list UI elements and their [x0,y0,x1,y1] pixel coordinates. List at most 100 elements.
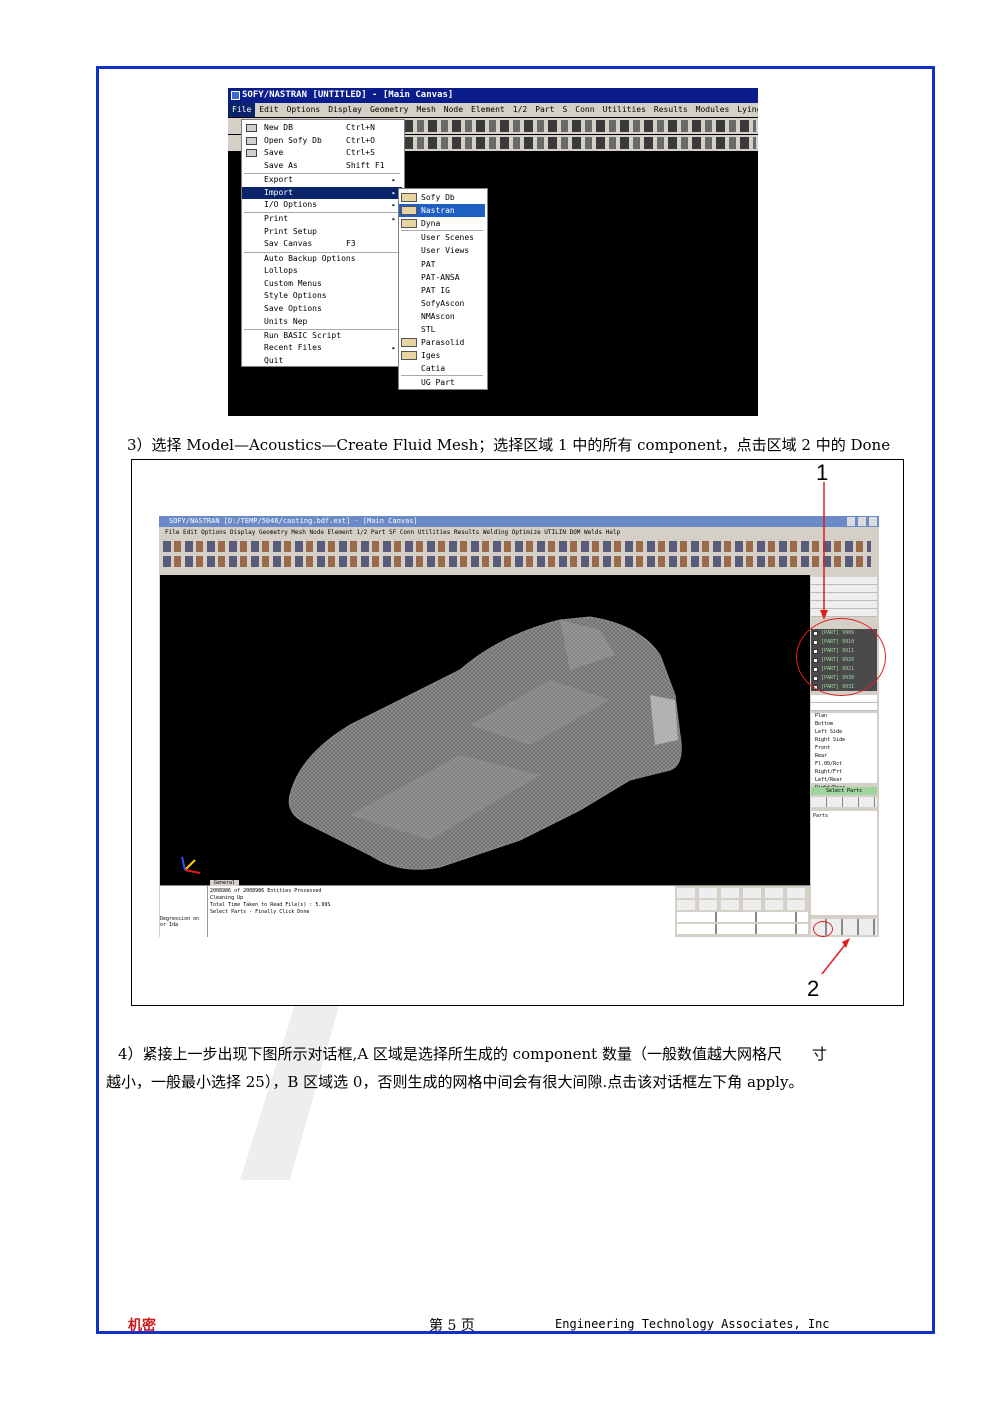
import-item-label: PAT [421,259,436,269]
menu-part[interactable]: Part [531,103,558,117]
menu-item-custom-menus[interactable]: Custom Menus [242,278,402,290]
window-title: SOFY/NASTRAN [UNTITLED] - [Main Canvas] [228,88,758,103]
footer-company: Engineering Technology Associates, Inc [555,1317,830,1331]
format-icon [401,206,417,216]
import-submenu: Sofy Db Nastran Dyna User Scenes User Views P… [398,188,488,390]
import-item-label: Sofy Db [421,193,455,202]
menu-item-save-options[interactable]: Save Options [242,303,402,315]
menu-bar: File Edit Options Display Geometry Mesh Node El… [228,103,758,117]
format-icon [401,338,417,348]
shortcut-label: F3 [346,239,356,249]
import-item-catia[interactable]: Catia [399,362,485,375]
import-item-stl[interactable]: STL [399,323,485,336]
import-item-label: Catia [421,364,446,374]
menu-item-label: Run BASIC Script [264,330,342,340]
menu-item-run-basic-script[interactable]: Run BASIC Script [242,330,402,342]
submenu-arrow-icon: ▸ [391,201,396,210]
file-icon [246,136,257,145]
menu-conn[interactable]: Conn [571,103,598,117]
menu-item-style-options[interactable]: Style Options [242,290,402,302]
menu-item-print[interactable]: Print ▸ [242,213,402,225]
menu-item-i-o-options[interactable]: I/O Options ▸ [242,199,402,211]
menu-item-quit[interactable]: Quit [242,355,402,367]
menu-item-label: I/O Options [264,200,317,210]
menu-mesh[interactable]: Mesh [413,103,440,117]
menu-element[interactable]: Element [467,103,509,117]
menu-item-print-setup[interactable]: Print Setup [242,226,402,238]
menu-item-save[interactable]: Save Ctrl+S [242,147,402,159]
menu-geometry[interactable]: Geometry [366,103,413,117]
callout-arrows [820,482,850,975]
menu-item-label: Recent Files [264,343,322,353]
menu-file[interactable]: File [228,103,256,117]
menu-display[interactable]: Display [324,103,366,117]
menu-item-label: Open Sofy Db [264,135,322,145]
shortcut-label: Shift F1 [346,160,385,170]
menu-item-lollops[interactable]: Lollops [242,265,402,277]
menu-node[interactable]: Node [440,103,467,117]
menu-item-units-nep[interactable]: Units Nep [242,316,402,328]
fluid-mesh-figure: SOFY/NASTRAN [D:/TEMP/5046/casting.bdf.e… [131,459,904,1006]
import-item-user-views[interactable]: User Views [399,244,485,257]
menu-item-label: Save As [264,160,298,170]
import-item-label: Iges [421,351,441,361]
import-item-label: User Scenes [421,233,474,243]
step-3-text: 3）选择 Model—Acoustics—Create Fluid Mesh；选… [127,436,891,454]
app-icon [231,91,240,100]
menu-item-label: Style Options [264,291,327,301]
menu-item-recent-files[interactable]: Recent Files ▸ [242,342,402,354]
menu-lyingu[interactable]: Lyingu [733,103,758,117]
import-item-label: NMAscon [421,311,455,321]
menu-1-2[interactable]: 1/2 [509,103,531,117]
menu-s[interactable]: S [558,103,571,117]
import-item-iges[interactable]: Iges [399,349,485,362]
menu-item-label: Quit [264,355,284,365]
import-item-label: User Views [421,246,470,256]
import-item-label: Parasolid [421,338,465,348]
import-item-user-scenes[interactable]: User Scenes [399,231,485,244]
callout-1: 1 [816,460,829,485]
menu-results[interactable]: Results [650,103,692,117]
menu-item-sav-canvas[interactable]: Sav Canvas F3 [242,238,402,250]
import-item-nmascon[interactable]: NMAscon [399,310,485,323]
file-icon [246,149,257,158]
submenu-arrow-icon: ▸ [391,215,396,224]
import-item-nastran[interactable]: Nastran [399,204,485,218]
submenu-arrow-icon: ▸ [391,344,396,353]
footer-page-number: 第 5 页 [429,1318,475,1334]
menu-utilities[interactable]: Utilities [599,103,650,117]
import-item-parasolid[interactable]: Parasolid [399,336,485,349]
import-item-sofyascon[interactable]: SofyAscon [399,297,485,310]
menu-item-label: Print [264,214,289,224]
menu-item-label: Lollops [264,266,298,276]
submenu-arrow-icon: ▸ [391,175,396,184]
import-item-ug-part[interactable]: UG Part [399,376,485,389]
import-item-label: SofyAscon [421,298,465,308]
menu-item-export[interactable]: Export ▸ [242,174,402,186]
import-item-dyna[interactable]: Dyna [399,217,485,230]
file-icon [246,124,257,132]
import-item-pat[interactable]: PAT [399,258,485,271]
format-icon [401,193,417,202]
menu-item-label: Save [264,148,284,158]
import-item-sofy-db[interactable]: Sofy Db [399,191,485,204]
file-menu: New DB Ctrl+N Open Sofy Db Ctrl+O Save Ctrl+S… [241,119,405,367]
import-item-pat-ig[interactable]: PAT IG [399,284,485,297]
menu-item-label: Import [264,187,293,197]
menu-item-new-db[interactable]: New DB Ctrl+N [242,122,402,134]
menu-item-import[interactable]: Import ▸ [242,186,402,199]
import-item-label: Dyna [421,219,441,229]
import-item-pat-ansa[interactable]: PAT-ANSA [399,271,485,284]
menu-item-label: Save Options [264,303,322,313]
menu-item-label: Export [264,174,293,184]
menu-item-save-as[interactable]: Save As Shift F1 [242,160,402,172]
menu-options[interactable]: Options [283,103,325,117]
menu-item-open-sofy-db[interactable]: Open Sofy Db Ctrl+O [242,135,402,147]
menu-item-label: New DB [264,123,293,132]
submenu-arrow-icon: ▸ [391,188,396,197]
callout-2: 2 [807,976,820,1001]
menu-modules[interactable]: Modules [692,103,734,117]
format-icon [401,351,417,361]
menu-item-auto-backup-options[interactable]: Auto Backup Options [242,253,402,265]
menu-edit[interactable]: Edit [255,103,282,117]
